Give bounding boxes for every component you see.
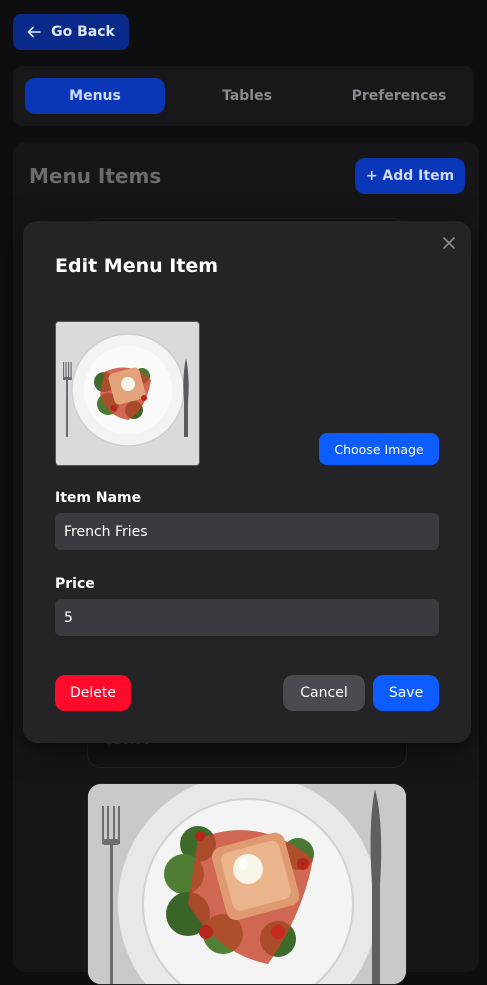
arrow-left-icon	[27, 26, 41, 38]
delete-button[interactable]: Delete	[55, 675, 131, 711]
food-image	[56, 322, 199, 465]
food-image	[88, 784, 406, 984]
price-label: Price	[55, 576, 95, 592]
choose-image-button[interactable]: Choose Image	[319, 433, 439, 465]
item-name-label: Item Name	[55, 490, 142, 506]
menu-item-card-2[interactable]	[87, 783, 407, 985]
page-title: Menu Items	[29, 164, 162, 188]
cancel-button[interactable]: Cancel	[283, 675, 365, 711]
dialog-title: Edit Menu Item	[55, 255, 219, 277]
add-item-button[interactable]: + Add Item	[355, 158, 465, 194]
tab-preferences[interactable]: Preferences	[329, 78, 469, 114]
go-back-button[interactable]: Go Back	[13, 14, 129, 50]
save-button[interactable]: Save	[373, 675, 439, 711]
price-input[interactable]	[55, 599, 439, 636]
item-name-input[interactable]	[55, 513, 439, 550]
tab-menus[interactable]: Menus	[25, 78, 165, 114]
tab-bar: Menus Tables Preferences	[13, 66, 474, 126]
edit-menu-item-dialog	[23, 221, 471, 743]
tab-tables[interactable]: Tables	[177, 78, 317, 114]
close-icon[interactable]	[441, 235, 457, 251]
item-image-preview	[55, 321, 200, 466]
go-back-label: Go Back	[51, 24, 115, 40]
